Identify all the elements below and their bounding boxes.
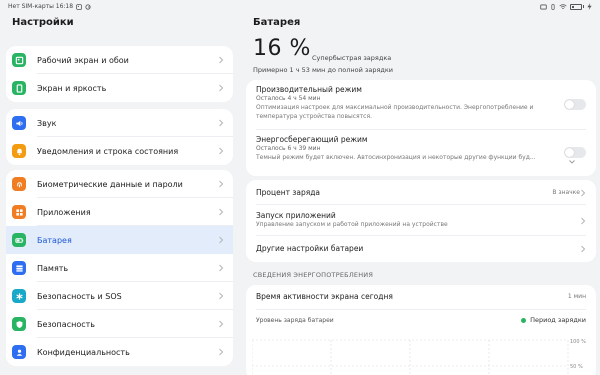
chevron-right-icon — [218, 264, 224, 272]
battery-percentage-value: В значке — [552, 189, 580, 196]
battery-status-fill — [572, 5, 574, 8]
performance-mode-toggle[interactable] — [564, 99, 586, 110]
chevron-right-icon — [218, 56, 224, 64]
sidebar-item-label: Экран и яркость — [37, 83, 107, 93]
battery-icon — [12, 233, 26, 247]
sidebar-item-sos[interactable]: Безопасность и SOS — [6, 282, 233, 310]
charging-bolt-icon — [587, 3, 592, 10]
battery-percentage-row[interactable]: Процент заряда В значке — [246, 180, 596, 205]
power-saving-mode-remaining: Осталось 6 ч 39 мин — [256, 145, 321, 152]
sidebar-item-label: Приложения — [37, 207, 91, 217]
settings-title: Настройки — [12, 17, 74, 28]
battery-settings-card: Процент заряда В значке Запуск приложени… — [246, 180, 596, 262]
power-saving-mode-description: Темный режим будет включен. Автосинхрони… — [256, 154, 536, 161]
storage-icon — [12, 261, 26, 275]
power-saving-mode-row[interactable]: Энергосберегающий режим Осталось 6 ч 39 … — [246, 130, 596, 176]
sidebar-item-storage[interactable]: Память — [6, 254, 233, 282]
app-launch-row[interactable]: Запуск приложений Управление запуском и … — [246, 205, 596, 236]
sidebar-item-biometrics[interactable]: Биометрические данные и пароли — [6, 170, 233, 198]
battery-level-header: Уровень заряда батареи Период зарядки — [246, 310, 596, 330]
screen-record-icon — [540, 3, 547, 10]
power-saving-mode-title: Энергосберегающий режим — [256, 135, 368, 144]
chevron-right-icon — [580, 189, 586, 197]
tick-label-50: 50 % — [570, 364, 583, 370]
chevron-right-icon — [218, 180, 224, 188]
battery-percentage-title: Процент заряда — [256, 188, 321, 197]
charge-mode-label: Супербыстрая зарядка — [312, 54, 392, 62]
battery-percent: 16 % — [253, 36, 311, 61]
chevron-right-icon — [218, 119, 224, 127]
chevron-right-icon — [218, 320, 224, 328]
legend: Период зарядки — [521, 316, 586, 324]
sidebar-item-label: Безопасность и SOS — [37, 291, 122, 301]
status-text: Нет SIM-карты 16:18 — [8, 3, 74, 10]
chevron-right-icon — [580, 217, 586, 225]
screen-time-value: 1 мин — [567, 293, 586, 300]
performance-mode-title: Производительный режим — [256, 85, 362, 94]
page-title: Батарея — [253, 17, 301, 28]
chevron-right-icon — [218, 348, 224, 356]
performance-mode-remaining: Осталось 4 ч 54 мин — [256, 95, 321, 102]
notification-icon — [12, 144, 26, 158]
chevron-down-icon[interactable] — [569, 160, 575, 164]
charge-eta-label: Примерно 1 ч 53 мин до полной зарядки — [253, 66, 394, 74]
google-icon — [85, 3, 91, 10]
sidebar-item-label: Звук — [37, 118, 57, 128]
screen-time-row: Время активности экрана сегодня 1 мин — [246, 285, 596, 310]
wallpaper-icon — [12, 53, 26, 67]
settings-group-sound: Звук Уведомления и строка состояния — [6, 109, 233, 165]
settings-group-display: Рабочий экран и обои Экран и яркость — [6, 46, 233, 102]
sidebar-item-label: Батарея — [37, 235, 72, 245]
sidebar-item-wallpaper[interactable]: Рабочий экран и обои — [6, 46, 233, 74]
sidebar-item-apps[interactable]: Приложения — [6, 198, 233, 226]
battery-level-chart: 100 % 50 % — [252, 339, 586, 375]
sidebar-item-battery[interactable]: Батарея — [6, 226, 233, 254]
more-battery-settings-title: Другие настройки батареи — [256, 244, 364, 253]
chevron-right-icon — [580, 245, 586, 253]
chevron-right-icon — [218, 84, 224, 92]
sidebar-item-label: Уведомления и строка состояния — [37, 146, 179, 156]
sidebar-item-label: Рабочий экран и обои — [37, 55, 129, 65]
vibrate-icon — [551, 3, 555, 10]
sidebar-item-label: Память — [37, 263, 69, 273]
chevron-right-icon — [218, 292, 224, 300]
display-icon — [12, 81, 26, 95]
sidebar-item-notifications[interactable]: Уведомления и строка состояния — [6, 137, 233, 165]
wifi-icon — [559, 3, 567, 9]
power-saving-mode-toggle[interactable] — [564, 147, 586, 158]
section-header-power-usage: СВЕДЕНИЯ ЭНЕРГОПОТРЕБЛЕНИЯ — [253, 271, 374, 279]
legend-label: Период зарядки — [530, 316, 586, 324]
sidebar-item-label: Безопасность — [37, 319, 95, 329]
sos-icon — [12, 289, 26, 303]
apps-icon — [12, 205, 26, 219]
sidebar-item-security[interactable]: Безопасность — [6, 310, 233, 338]
settings-group-system: Биометрические данные и пароли Приложени… — [6, 170, 233, 366]
sidebar-item-label: Биометрические данные и пароли — [37, 179, 183, 189]
security-icon — [12, 317, 26, 331]
sidebar-item-label: Конфиденциальность — [37, 347, 130, 357]
fingerprint-icon — [12, 177, 26, 191]
sidebar-item-display[interactable]: Экран и яркость — [6, 74, 233, 102]
screen-time-title: Время активности экрана сегодня — [256, 292, 393, 301]
sidebar-item-privacy[interactable]: Конфиденциальность — [6, 338, 233, 366]
chevron-right-icon — [218, 236, 224, 244]
app-launch-title: Запуск приложений — [256, 211, 336, 220]
battery-status-icon — [570, 3, 584, 10]
status-bar: Нет SIM-карты 16:18 — [0, 0, 600, 14]
gallery-notification-icon — [76, 3, 82, 10]
power-modes-card: Производительный режим Осталось 4 ч 54 м… — [246, 80, 596, 176]
performance-mode-description: Оптимизация настроек для максимальной пр… — [256, 104, 534, 120]
more-battery-settings-row[interactable]: Другие настройки батареи — [246, 236, 596, 262]
sound-icon — [12, 116, 26, 130]
performance-mode-row[interactable]: Производительный режим Осталось 4 ч 54 м… — [246, 80, 596, 130]
app-launch-subtitle: Управление запуском и работой приложений… — [256, 221, 448, 228]
tick-label-100: 100 % — [570, 339, 586, 345]
chevron-right-icon — [218, 208, 224, 216]
sidebar-item-sound[interactable]: Звук — [6, 109, 233, 137]
privacy-icon — [12, 345, 26, 359]
legend-dot-icon — [521, 317, 527, 323]
chevron-right-icon — [218, 147, 224, 155]
